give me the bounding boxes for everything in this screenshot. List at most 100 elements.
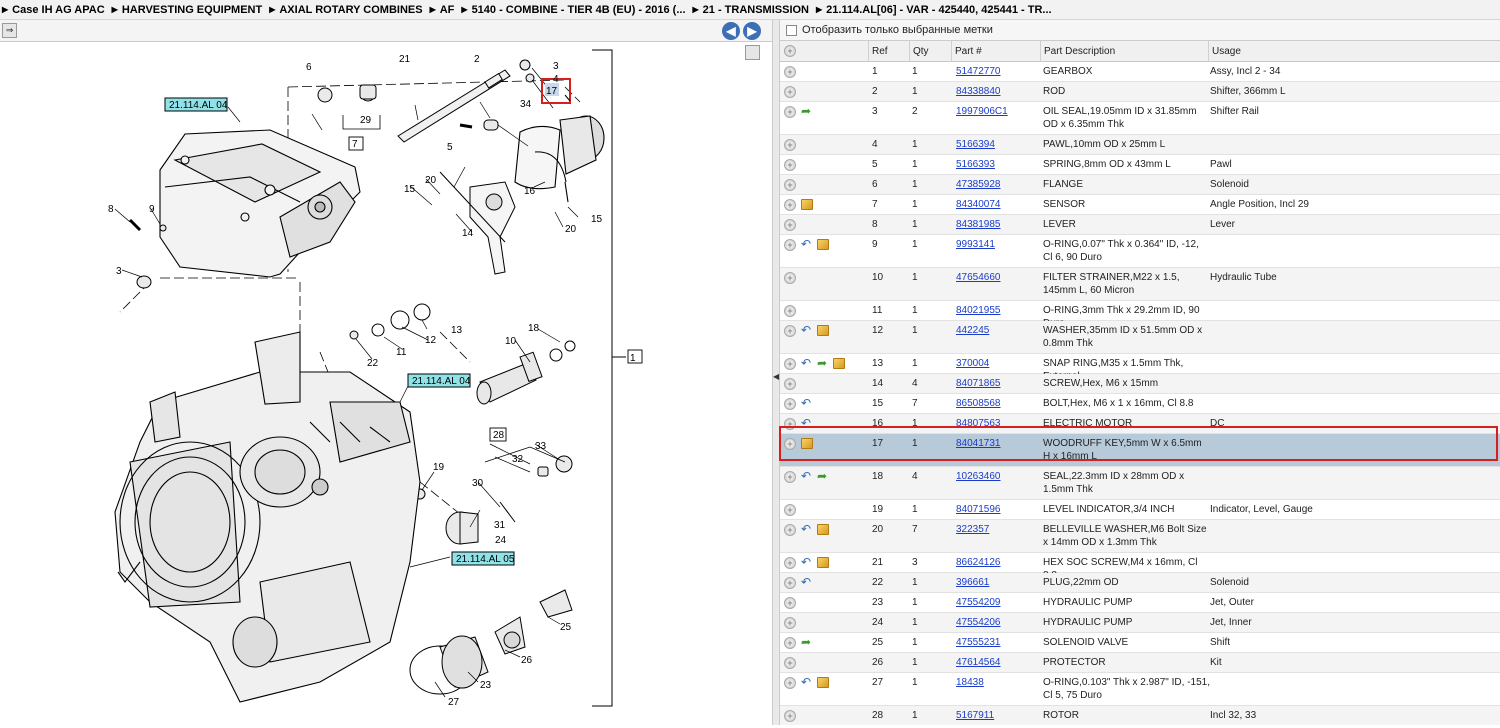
add-to-cart-icon[interactable]: +	[784, 398, 796, 410]
interchange-forward-icon[interactable]: ➦	[817, 470, 827, 483]
breadcrumb-label[interactable]: 21 - TRANSMISSION	[703, 4, 809, 16]
table-row[interactable]: + ↶ 22 1 396661 PLUG,22mm OD Solenoid	[780, 573, 1500, 593]
breadcrumb-item[interactable]: ▶ HARVESTING EQUIPMENT	[112, 4, 263, 16]
collapse-arrow-icon[interactable]: ◀	[773, 372, 779, 381]
add-to-cart-icon[interactable]: +	[784, 524, 796, 536]
row-part-link[interactable]: 84041731	[956, 437, 1042, 450]
add-to-cart-icon[interactable]: +	[784, 710, 796, 722]
interchange-back-icon[interactable]: ↶	[801, 397, 811, 410]
table-row[interactable]: +10 1 47654660 FILTER STRAINER,M22 x 1.5, 1…	[780, 268, 1500, 301]
add-to-cart-icon[interactable]: +	[784, 637, 796, 649]
interchange-back-icon[interactable]: ↶	[801, 523, 811, 536]
row-part-link[interactable]: 18438	[956, 676, 1042, 689]
row-part-link[interactable]: 51472770	[956, 65, 1042, 78]
table-row[interactable]: +7 1 84340074 SENSOR Angle Position, Incl 29	[780, 195, 1500, 215]
interchange-back-icon[interactable]: ↶	[801, 576, 811, 589]
add-to-cart-icon[interactable]: +	[784, 378, 796, 390]
add-to-cart-icon[interactable]: +	[784, 597, 796, 609]
add-to-cart-icon[interactable]: +	[784, 577, 796, 589]
table-row[interactable]: +4 1 5166394 PAWL,10mm OD x 25mm L	[780, 135, 1500, 155]
breadcrumb-label[interactable]: AXIAL ROTARY COMBINES	[279, 4, 422, 16]
row-part-link[interactable]: 47614564	[956, 656, 1042, 669]
row-part-link[interactable]: 47385928	[956, 178, 1042, 191]
table-row[interactable]: +14 4 84071865 SCREW,Hex, M6 x 15mm	[780, 374, 1500, 394]
row-part-link[interactable]: 322357	[956, 523, 1042, 536]
kit-box-icon[interactable]	[817, 677, 829, 688]
table-row[interactable]: + ↶ 20 7 322357 BELLEVILLE WASHER,M6 Bolt Siz…	[780, 520, 1500, 553]
row-part-link[interactable]: 5167911	[956, 709, 1042, 722]
row-part-link[interactable]: 84021955	[956, 304, 1042, 317]
row-part-link[interactable]: 84071865	[956, 377, 1042, 390]
table-row[interactable]: +26 1 47614564 PROTECTOR Kit	[780, 653, 1500, 673]
add-to-cart-icon[interactable]: +	[784, 66, 796, 78]
add-to-cart-icon[interactable]: +	[784, 438, 796, 450]
diagram-corner-button[interactable]	[745, 45, 760, 60]
row-part-link[interactable]: 9993141	[956, 238, 1042, 251]
add-to-cart-icon[interactable]: +	[784, 418, 796, 430]
previous-page-button[interactable]: ◀	[722, 22, 740, 40]
add-to-cart-icon[interactable]: +	[784, 179, 796, 191]
table-row[interactable]: +8 1 84381985 LEVER Lever	[780, 215, 1500, 235]
row-part-link[interactable]: 84340074	[956, 198, 1042, 211]
table-row[interactable]: +17 1 84041731 WOODRUFF KEY,5mm W x 6.5mm H…	[780, 434, 1500, 467]
row-part-link[interactable]: 84381985	[956, 218, 1042, 231]
col-qty[interactable]: Qty	[909, 41, 951, 62]
table-row[interactable]: +28 1 5167911 ROTOR Incl 32, 33	[780, 706, 1500, 725]
row-part-link[interactable]: 47554209	[956, 596, 1042, 609]
breadcrumb-label[interactable]: Case IH AG APAC	[12, 4, 105, 16]
add-to-cart-icon[interactable]: +	[784, 199, 796, 211]
add-to-cart-icon[interactable]: +	[784, 139, 796, 151]
expand-icon[interactable]: ⇒	[2, 23, 17, 38]
row-part-link[interactable]: 5166394	[956, 138, 1042, 151]
row-part-link[interactable]: 5166393	[956, 158, 1042, 171]
table-row[interactable]: +↶➦131370004SNAP RING,M35 x 1.5mm Thk, E…	[780, 354, 1500, 382]
add-to-cart-icon[interactable]: +	[784, 159, 796, 171]
breadcrumb-item[interactable]: ▶ 21.114.AL[06] - VAR - 425440, 425441 - …	[816, 4, 1052, 16]
table-row[interactable]: + ↶ ➦ 18 4 10263460 SEAL,22.3mm ID x 28mm OD x…	[780, 467, 1500, 500]
kit-box-icon[interactable]	[817, 239, 829, 250]
row-part-link[interactable]: 47555231	[956, 636, 1042, 649]
add-to-cart-icon[interactable]: +	[784, 358, 796, 370]
col-part[interactable]: Part #	[951, 41, 1041, 62]
table-row[interactable]: + ↶ 12 1 442245 WASHER,35mm ID x 51.5mm OD x …	[780, 321, 1500, 354]
add-to-cart-icon[interactable]: +	[784, 617, 796, 629]
col-ref[interactable]: Ref	[868, 41, 910, 62]
kit-box-icon[interactable]	[817, 325, 829, 336]
add-to-cart-icon[interactable]: +	[784, 557, 796, 569]
table-row[interactable]: + ↶ 9 1 9993141 O-RING,0.07" Thk x 0.364" ID,…	[780, 235, 1500, 268]
reference-box[interactable]: 21.114.AL 04	[164, 97, 228, 112]
row-part-link[interactable]: 86508568	[956, 397, 1042, 410]
add-to-cart-icon[interactable]: +	[784, 305, 796, 317]
breadcrumb-label[interactable]: HARVESTING EQUIPMENT	[122, 4, 262, 16]
breadcrumb-label[interactable]: AF	[440, 4, 455, 16]
table-row[interactable]: + ➦ 25 1 47555231 SOLENOID VALVE Shift	[780, 633, 1500, 653]
interchange-back-icon[interactable]: ↶	[801, 676, 811, 689]
add-to-cart-icon[interactable]: +	[784, 106, 796, 118]
reference-box[interactable]: 21.114.AL 05	[451, 551, 515, 566]
interchange-back-icon[interactable]: ↶	[801, 417, 811, 430]
row-part-link[interactable]: 84071596	[956, 503, 1042, 516]
interchange-back-icon[interactable]: ↶	[801, 357, 811, 370]
interchange-back-icon[interactable]: ↶	[801, 470, 811, 483]
add-to-cart-icon[interactable]: +	[784, 86, 796, 98]
table-row[interactable]: + ↶ 15 7 86508568 BOLT,Hex, M6 x 1 x 16mm, Cl…	[780, 394, 1500, 414]
interchange-back-icon[interactable]: ↶	[801, 556, 811, 569]
col-desc[interactable]: Part Description	[1040, 41, 1210, 62]
table-row[interactable]: + ↶ 16 1 84807563 ELECTRIC MOTOR DC	[780, 414, 1500, 434]
row-part-link[interactable]: 10263460	[956, 470, 1042, 483]
next-page-button[interactable]: ▶	[743, 22, 761, 40]
add-to-cart-icon[interactable]: +	[784, 677, 796, 689]
kit-box-icon[interactable]	[817, 557, 829, 568]
breadcrumb-label[interactable]: 5140 - COMBINE - TIER 4B (EU) - 2016 (..…	[472, 4, 686, 16]
col-usage[interactable]: Usage	[1208, 41, 1500, 62]
breadcrumb-item[interactable]: ▶ AXIAL ROTARY COMBINES	[269, 4, 422, 16]
row-part-link[interactable]: 47554206	[956, 616, 1042, 629]
kit-box-icon[interactable]	[833, 358, 845, 369]
table-row[interactable]: +1 1 51472770 GEARBOX Assy, Incl 2 - 34	[780, 62, 1500, 82]
table-row[interactable]: + ➦ 3 2 1997906C1 OIL SEAL,19.05mm ID x 31.85…	[780, 102, 1500, 135]
table-row[interactable]: + ↶ 21 3 86624126 HEX SOC SCREW,M4 x 16mm, Cl…	[780, 553, 1500, 581]
kit-box-icon[interactable]	[801, 438, 813, 449]
exploded-diagram[interactable]: 21.114.AL 04 21.114.AL 04 21.114.AL 05 1…	[0, 42, 772, 725]
panel-splitter[interactable]: ◀	[772, 20, 780, 725]
add-to-cart-icon[interactable]: +	[784, 504, 796, 516]
